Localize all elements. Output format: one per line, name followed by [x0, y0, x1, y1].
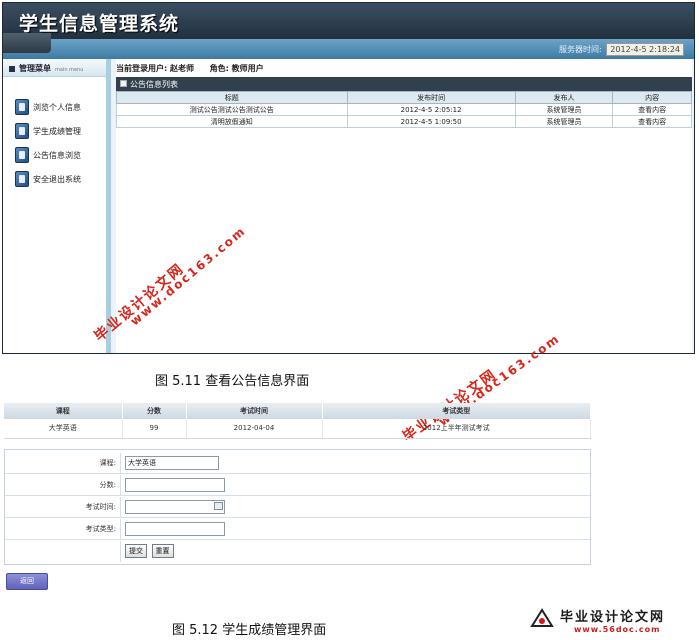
- form-row-actions: 提交 重置: [5, 541, 590, 562]
- app-subbar: 服务器时间: 2012-4-5 2:18:24: [3, 39, 694, 59]
- notice-title: 测试公告测试公告测试公告: [116, 103, 348, 116]
- sidebar-item-logout[interactable]: 安全退出系统: [15, 167, 106, 191]
- score-label: 分数:: [5, 475, 121, 495]
- grades-table: 课程 分数 考试时间 考试类型 大学英语 99 2012-04-04 2012上…: [4, 403, 591, 439]
- reset-button[interactable]: 重置: [151, 544, 174, 558]
- sidebar-item-grade-management[interactable]: 学生成绩管理: [15, 119, 106, 143]
- course-label: 课程:: [5, 453, 121, 473]
- document-icon: [15, 123, 29, 139]
- exam-type-label: 考试类型:: [5, 519, 121, 539]
- exam-time-input[interactable]: [125, 500, 225, 514]
- role-name: 教师用户: [231, 64, 264, 73]
- notice-panel-header: 公告信息列表: [116, 77, 692, 91]
- notice-title: 清明放假通知: [116, 115, 348, 128]
- calendar-icon[interactable]: [214, 502, 223, 510]
- table-header-row: 标题 发布时间 发布人 内容: [116, 91, 692, 104]
- sidebar-item-label: 学生成绩管理: [33, 126, 81, 136]
- app-body: 管理菜单main menu 浏览个人信息 学生成绩管理 公告信息浏览 安全退出: [3, 59, 694, 353]
- column-header: 发布人: [514, 91, 614, 104]
- form-row-course: 课程:: [5, 453, 590, 474]
- server-time: 服务器时间: 2012-4-5 2:18:24: [559, 43, 684, 56]
- column-header: 课程: [4, 403, 123, 419]
- grade-course: 大学英语: [4, 419, 123, 439]
- notice-publisher: 系统管理员: [514, 103, 614, 116]
- grade-score: 99: [122, 419, 187, 439]
- figure-caption: 图 5.11 查看公告信息界面: [155, 374, 310, 389]
- role-label: 角色:: [209, 64, 229, 73]
- form-row-exam-type: 考试类型:: [5, 519, 590, 540]
- figure-caption: 图 5.12 学生成绩管理界面: [172, 623, 327, 638]
- view-content-link[interactable]: 查看内容: [612, 103, 692, 116]
- server-time-value: 2012-4-5 2:18:24: [606, 43, 684, 56]
- grade-form: 课程: 分数: 考试时间: 考试类型: 提交 重置: [4, 449, 591, 565]
- grade-exam-type: 2012上半年测试考试: [322, 419, 591, 439]
- logo-mark-icon: [530, 608, 554, 627]
- exam-type-input[interactable]: [125, 522, 225, 536]
- user-info-bar: 当前登录用户: 赵老师 角色: 教师用户: [116, 59, 692, 77]
- table-row: 大学英语 99 2012-04-04 2012上半年测试考试: [4, 419, 591, 439]
- notice-panel-title: 公告信息列表: [130, 80, 178, 89]
- notice-time: 2012-4-5 2:05:12: [346, 103, 516, 116]
- logo-url: www.56doc.com: [574, 625, 661, 634]
- document-icon: [15, 171, 29, 187]
- course-input[interactable]: [125, 456, 219, 470]
- table-row: 清明放假通知 2012-4-5 1:09:50 系统管理员 查看内容: [116, 115, 692, 128]
- sidebar-subtitle: main menu: [55, 67, 84, 73]
- sidebar-header: 管理菜单 main menu: [3, 59, 106, 77]
- menu-grip-icon: [9, 66, 15, 72]
- current-user-name: 赵老师: [170, 64, 194, 73]
- notice-table: 标题 发布时间 发布人 内容 测试公告测试公告测试公告 2012-4-5 2:0…: [116, 91, 692, 128]
- sidebar: 管理菜单main menu 浏览个人信息 学生成绩管理 公告信息浏览 安全退出: [3, 59, 111, 353]
- main-content: 当前登录用户: 赵老师 角色: 教师用户 公告信息列表 标题 发布时间 发布人 …: [116, 59, 692, 353]
- form-row-exam-time: 考试时间:: [5, 497, 590, 518]
- table-row: 测试公告测试公告测试公告 2012-4-5 2:05:12 系统管理员 查看内容: [116, 103, 692, 116]
- view-content-link[interactable]: 查看内容: [612, 115, 692, 128]
- form-row-score: 分数:: [5, 475, 590, 496]
- sidebar-item-label: 公告信息浏览: [33, 150, 81, 160]
- site-logo: 毕业设计论文网 www.56doc.com: [530, 606, 695, 638]
- document-icon: [120, 80, 127, 87]
- document-icon: [15, 147, 29, 163]
- sidebar-menu: 浏览个人信息 学生成绩管理 公告信息浏览 安全退出系统: [3, 77, 106, 191]
- sidebar-item-label: 浏览个人信息: [33, 102, 81, 112]
- column-header: 标题: [116, 91, 348, 104]
- submit-button[interactable]: 提交: [125, 544, 147, 558]
- header-logo-strip: [3, 33, 51, 53]
- app-title: 学生信息管理系统: [19, 13, 180, 35]
- column-header: 分数: [122, 403, 187, 419]
- score-input[interactable]: [125, 478, 225, 492]
- grade-exam-time: 2012-04-04: [186, 419, 323, 439]
- exam-time-label: 考试时间:: [5, 497, 121, 517]
- back-button[interactable]: 返回: [6, 573, 48, 590]
- notice-time: 2012-4-5 1:09:50: [346, 115, 516, 128]
- sidebar-title: 管理菜单: [19, 64, 51, 73]
- column-header: 考试类型: [322, 403, 591, 419]
- notice-publisher: 系统管理员: [514, 115, 614, 128]
- table-header-row: 课程 分数 考试时间 考试类型: [4, 403, 591, 419]
- column-header: 内容: [612, 91, 692, 104]
- app-header: 学生信息管理系统: [3, 3, 694, 39]
- server-time-label: 服务器时间:: [559, 45, 602, 54]
- app-window: 学生信息管理系统 服务器时间: 2012-4-5 2:18:24 管理菜单 mai…: [2, 2, 695, 354]
- logo-brand: 毕业设计论文网: [560, 610, 666, 625]
- column-header: 考试时间: [186, 403, 323, 419]
- current-user-label: 当前登录用户:: [116, 64, 168, 73]
- sidebar-item-personal-info[interactable]: 浏览个人信息: [15, 95, 106, 119]
- sidebar-item-label: 安全退出系统: [33, 174, 81, 184]
- sidebar-item-notice-browse[interactable]: 公告信息浏览: [15, 143, 106, 167]
- document-icon: [15, 99, 29, 115]
- column-header: 发布时间: [346, 91, 516, 104]
